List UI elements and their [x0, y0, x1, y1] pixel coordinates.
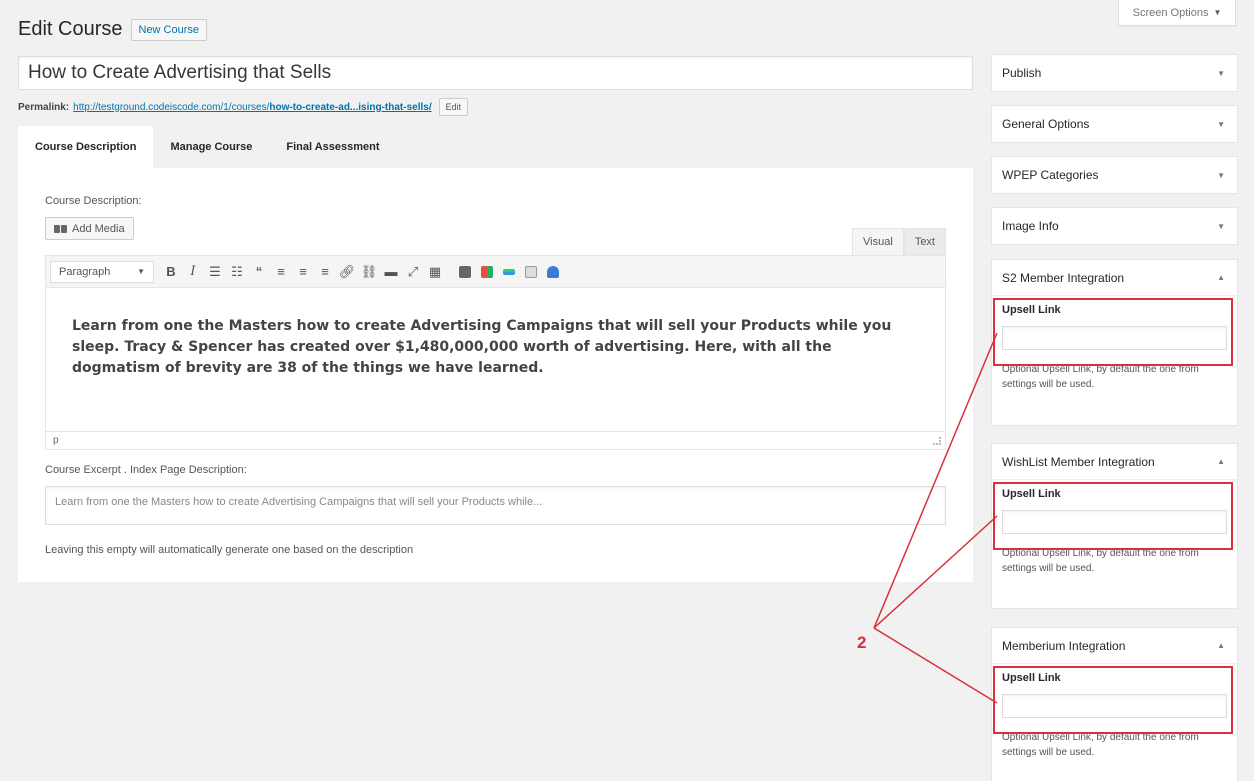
- excerpt-label: Course Excerpt . Index Page Description:: [45, 464, 247, 476]
- italic-icon[interactable]: I: [182, 261, 204, 283]
- permalink-label: Permalink:: [18, 101, 70, 113]
- numbered-list-icon[interactable]: ☷: [226, 261, 248, 283]
- wishlist-member-title: WishList Member Integration: [1002, 454, 1155, 469]
- chevron-up-icon[interactable]: ▲: [1217, 273, 1225, 282]
- general-options-box: General Options ▼: [991, 105, 1238, 143]
- add-media-button[interactable]: Add Media: [45, 217, 134, 240]
- list-block-icon[interactable]: [520, 261, 542, 283]
- format-select-value: Paragraph: [59, 265, 111, 278]
- user-lock-icon[interactable]: [542, 261, 564, 283]
- tab-visual[interactable]: Visual: [852, 228, 904, 255]
- s2-member-header[interactable]: S2 Member Integration ▲: [992, 260, 1237, 296]
- publish-box-title: Publish: [1002, 66, 1042, 80]
- publish-box: Publish ▼: [991, 54, 1238, 92]
- post-title-input[interactable]: How to Create Advertising that Sells: [18, 56, 973, 90]
- chevron-down-icon[interactable]: ▼: [1217, 171, 1225, 180]
- course-description-label: Course Description:: [45, 195, 142, 207]
- excerpt-textarea[interactable]: Learn from one the Masters how to create…: [45, 486, 946, 525]
- align-center-icon[interactable]: ≡: [292, 261, 314, 283]
- format-select[interactable]: Paragraph ▼: [50, 260, 154, 283]
- align-left-icon[interactable]: ≡: [270, 261, 292, 283]
- wpep-categories-box: WPEP Categories ▼: [991, 156, 1238, 194]
- add-media-label: Add Media: [72, 222, 125, 235]
- image-info-box: Image Info ▼: [991, 207, 1238, 245]
- toolbar-toggle-icon[interactable]: ▦: [424, 261, 446, 283]
- image-info-title: Image Info: [1002, 219, 1059, 233]
- tab-course-description[interactable]: Course Description: [18, 126, 154, 168]
- color-bar-icon[interactable]: [498, 261, 520, 283]
- fullscreen-icon[interactable]: ⤢: [402, 261, 424, 283]
- permalink-row: Permalink: http://testground.codeiscode.…: [18, 98, 469, 116]
- permalink-link[interactable]: http://testground.codeiscode.com/1/cours…: [73, 102, 431, 113]
- triangle-down-icon: ▼: [1213, 8, 1222, 17]
- align-right-icon[interactable]: ≡: [314, 261, 336, 283]
- annotation-highlight-s2: [993, 298, 1233, 366]
- blockquote-icon[interactable]: “: [248, 261, 270, 283]
- screen-options-button[interactable]: Screen Options ▼: [1118, 0, 1236, 26]
- annotation-line-memberium: [873, 627, 998, 704]
- resize-grip-icon[interactable]: [933, 436, 941, 445]
- upsell-help-text: Optional Upsell Link, by default the one…: [1002, 732, 1199, 758]
- tab-manage-course[interactable]: Manage Course: [153, 126, 269, 168]
- course-tabs: Course Description Manage Course Final A…: [18, 126, 397, 168]
- upsell-help-text: Optional Upsell Link, by default the one…: [1002, 548, 1199, 574]
- course-description-panel: Course Description: Add Media Visual Tex…: [18, 168, 973, 582]
- chevron-down-icon[interactable]: ▼: [1217, 69, 1225, 78]
- link-icon[interactable]: 🔗︎: [336, 261, 358, 283]
- permalink-edit-button[interactable]: Edit: [438, 98, 469, 116]
- editor-statusbar: p: [46, 431, 945, 449]
- general-options-header[interactable]: General Options ▼: [992, 106, 1237, 142]
- chevron-down-icon[interactable]: ▼: [1217, 222, 1225, 231]
- annotation-highlight-wishlist: [993, 482, 1233, 550]
- excerpt-hint: Leaving this empty will automatically ge…: [45, 544, 414, 556]
- rich-text-editor: Paragraph ▼ B I ☰ ☷ “ ≡ ≡ ≡ 🔗︎ ⛓ ▬ ⤢ ▦ L…: [45, 255, 946, 450]
- tab-final-assessment[interactable]: Final Assessment: [269, 126, 396, 168]
- unlink-icon[interactable]: ⛓: [358, 261, 380, 283]
- editor-mode-tabs: Visual Text: [852, 228, 946, 255]
- permalink-prefix: http://testground.codeiscode.com/1/cours…: [73, 101, 270, 113]
- annotation-highlight-memberium: [993, 666, 1233, 734]
- screen-options-label: Screen Options: [1132, 6, 1209, 19]
- media-icon: [54, 224, 67, 233]
- page-title: Edit Course: [18, 18, 123, 40]
- bullet-list-icon[interactable]: ☰: [204, 261, 226, 283]
- bold-icon[interactable]: B: [160, 261, 182, 283]
- publish-box-header[interactable]: Publish ▼: [992, 55, 1237, 91]
- image-info-header[interactable]: Image Info ▼: [992, 208, 1237, 244]
- chevron-up-icon[interactable]: ▲: [1217, 641, 1225, 650]
- chevron-down-icon: ▼: [137, 267, 145, 276]
- editor-path: p: [53, 435, 59, 446]
- general-options-title: General Options: [1002, 117, 1090, 131]
- chevron-up-icon[interactable]: ▲: [1217, 457, 1225, 466]
- editor-toolbar: Paragraph ▼ B I ☰ ☷ “ ≡ ≡ ≡ 🔗︎ ⛓ ▬ ⤢ ▦: [46, 256, 945, 288]
- memberium-title: Memberium Integration: [1002, 638, 1126, 653]
- color-grid-icon[interactable]: [476, 261, 498, 283]
- read-more-icon[interactable]: ▬: [380, 261, 402, 283]
- editor-content[interactable]: Learn from one the Masters how to create…: [46, 288, 945, 431]
- memberium-header[interactable]: Memberium Integration ▲: [992, 628, 1237, 664]
- new-course-button[interactable]: New Course: [130, 18, 208, 41]
- permalink-slug: how-to-create-ad...ising-that-sells/: [269, 101, 432, 113]
- page-header: Edit Course New Course: [18, 18, 208, 41]
- wpep-categories-title: WPEP Categories: [1002, 168, 1099, 182]
- upsell-help-text: Optional Upsell Link, by default the one…: [1002, 364, 1199, 390]
- s2-member-title: S2 Member Integration: [1002, 270, 1125, 285]
- chevron-down-icon[interactable]: ▼: [1217, 120, 1225, 129]
- tab-text[interactable]: Text: [903, 228, 946, 255]
- wpep-categories-header[interactable]: WPEP Categories ▼: [992, 157, 1237, 193]
- annotation-number: 2: [857, 633, 867, 652]
- wishlist-member-header[interactable]: WishList Member Integration ▲: [992, 444, 1237, 480]
- shortcode-icon[interactable]: [454, 261, 476, 283]
